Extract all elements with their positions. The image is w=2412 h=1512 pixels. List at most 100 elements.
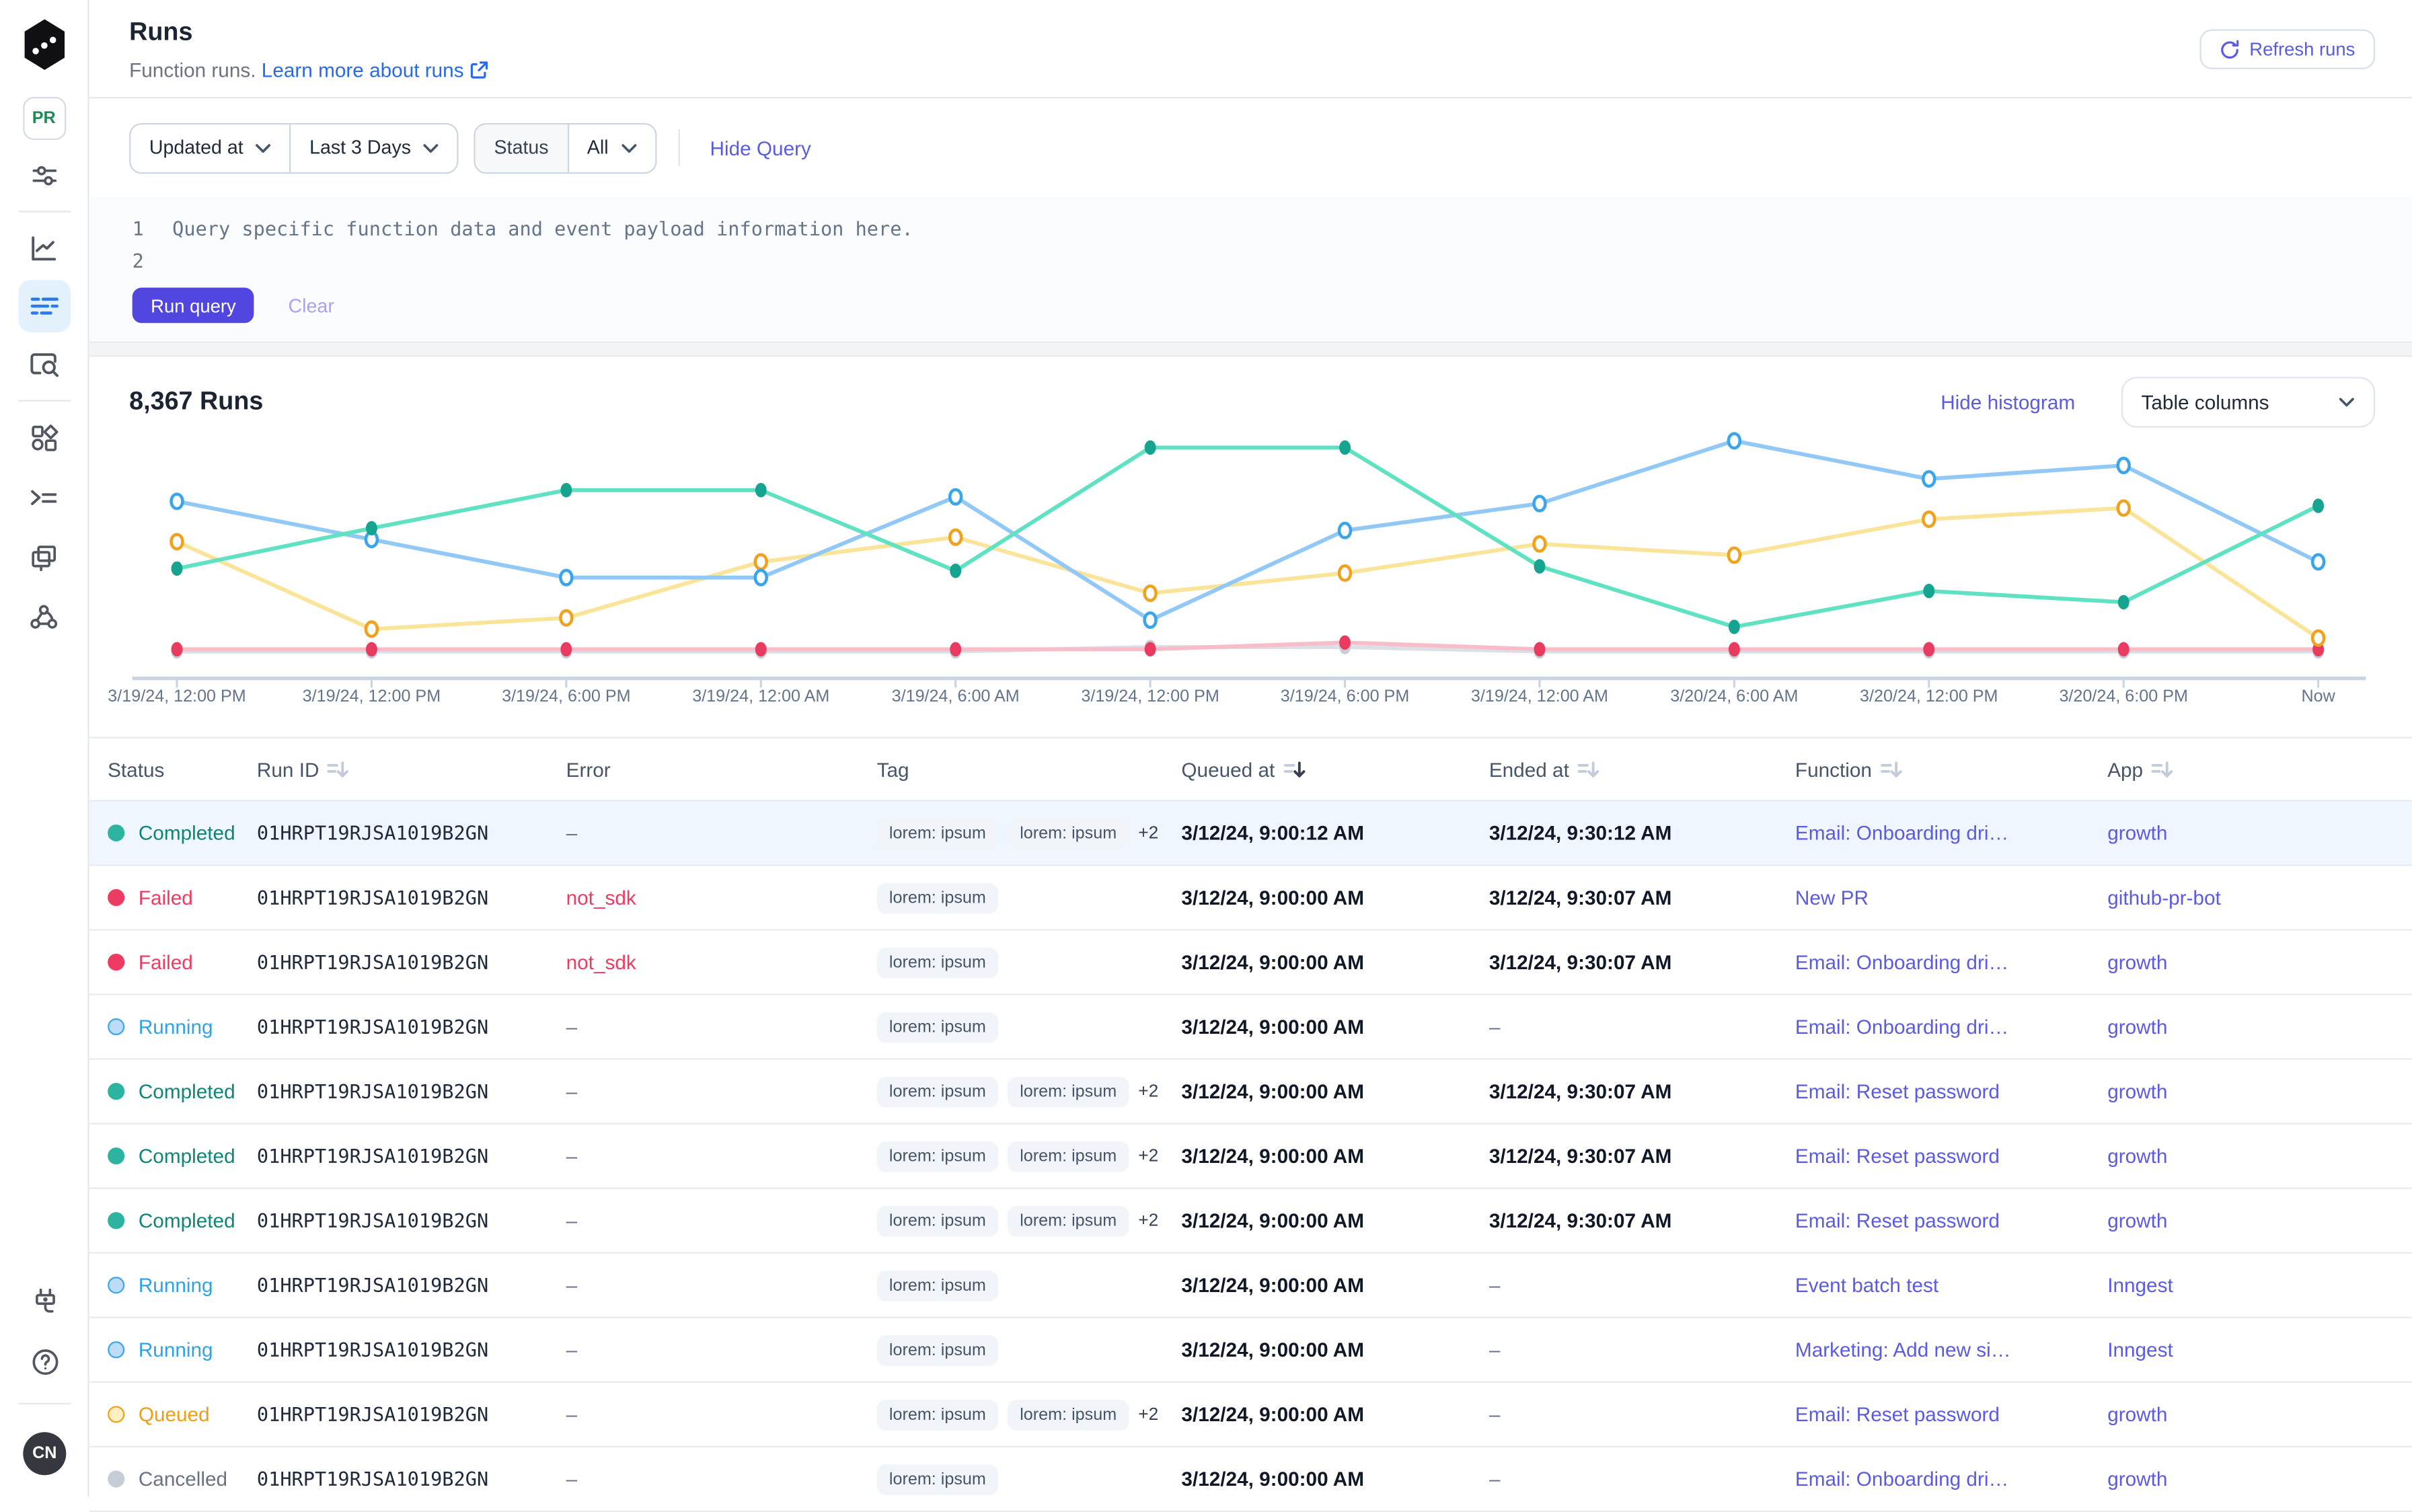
function-link[interactable]: Email: Onboarding dri… xyxy=(1795,1015,2008,1038)
user-avatar[interactable]: CN xyxy=(23,1432,66,1475)
column-header-ended-at[interactable]: Ended at xyxy=(1489,757,1795,780)
query-line-2: 2 xyxy=(133,245,2375,277)
query-editor[interactable]: 1 Query specific function data and event… xyxy=(89,197,2412,342)
status-cell: Running xyxy=(108,1274,257,1297)
status-label: Running xyxy=(139,1274,213,1297)
status-cell: Cancelled xyxy=(108,1468,257,1490)
function-link[interactable]: Email: Onboarding dri… xyxy=(1795,821,2008,844)
data-point-failed xyxy=(1923,642,1934,656)
table-row[interactable]: Failed 01HRPT19RJSA1019B2GN not_sdk lore… xyxy=(89,931,2412,995)
ended-at: – xyxy=(1489,1015,1795,1038)
function-link[interactable]: Event batch test xyxy=(1795,1274,1938,1297)
ended-at: – xyxy=(1489,1274,1795,1297)
table-row[interactable]: Running 01HRPT19RJSA1019B2GN – lorem: ip… xyxy=(89,1254,2412,1318)
error-value: – xyxy=(566,1145,877,1168)
app-link[interactable]: growth xyxy=(2107,1145,2167,1168)
sort-icon-active[interactable] xyxy=(1283,757,1306,780)
function-link[interactable]: Email: Onboarding dri… xyxy=(1795,950,2008,973)
column-header-function[interactable]: Function xyxy=(1795,757,2107,780)
app-link[interactable]: growth xyxy=(2107,1209,2167,1232)
app-link[interactable]: Inngest xyxy=(2107,1338,2173,1361)
table-columns-dropdown[interactable]: Table columns xyxy=(2121,376,2375,426)
queued-at: 3/12/24, 9:00:00 AM xyxy=(1181,1080,1488,1102)
function-link[interactable]: Email: Reset password xyxy=(1795,1209,2000,1232)
function-link[interactable]: Email: Reset password xyxy=(1795,1080,2000,1102)
table-row[interactable]: Queued 01HRPT19RJSA1019B2GN – lorem: ips… xyxy=(89,1383,2412,1447)
help-icon[interactable] xyxy=(18,1338,71,1385)
status-dot xyxy=(108,1212,124,1229)
hide-histogram-link[interactable]: Hide histogram xyxy=(1940,390,2075,413)
deploys-windows-icon[interactable] xyxy=(17,534,70,580)
status-filter-dropdown[interactable]: All xyxy=(567,124,654,172)
table-row[interactable]: Completed 01HRPT19RJSA1019B2GN – lorem: … xyxy=(89,802,2412,866)
webhook-icon[interactable] xyxy=(17,594,70,640)
runs-list-icon-active[interactable] xyxy=(17,280,70,332)
metrics-chart-icon[interactable] xyxy=(17,225,70,271)
workspace-badge[interactable]: PR xyxy=(22,97,65,140)
data-point-completed xyxy=(2312,498,2324,513)
data-point-queued xyxy=(2312,631,2324,645)
table-row[interactable]: Running 01HRPT19RJSA1019B2GN – lorem: ip… xyxy=(89,1318,2412,1383)
hide-query-link[interactable]: Hide Query xyxy=(710,136,811,159)
app-link[interactable]: growth xyxy=(2107,1468,2167,1490)
function-link[interactable]: Email: Onboarding dri… xyxy=(1795,1468,2008,1490)
data-point-running xyxy=(1534,496,1545,511)
inngest-logo-icon[interactable] xyxy=(21,18,67,71)
error-value: – xyxy=(566,821,877,844)
sort-icon[interactable] xyxy=(1879,757,1902,780)
data-point-running xyxy=(560,570,572,584)
queued-at: 3/12/24, 9:00:00 AM xyxy=(1181,1015,1488,1038)
table-row[interactable]: Completed 01HRPT19RJSA1019B2GN – lorem: … xyxy=(89,1125,2412,1189)
column-header-run-id[interactable]: Run ID xyxy=(257,757,566,780)
learn-more-link[interactable]: Learn more about runs xyxy=(262,59,488,81)
sort-icon[interactable] xyxy=(1577,757,1599,780)
apps-icon[interactable] xyxy=(17,414,70,460)
status-dot xyxy=(108,1147,124,1164)
ended-at: – xyxy=(1489,1338,1795,1361)
data-point-running xyxy=(1339,523,1351,537)
function-link[interactable]: New PR xyxy=(1795,886,1869,909)
column-header-queued-at[interactable]: Queued at xyxy=(1181,757,1488,780)
tag-list: lorem: ipsum xyxy=(877,1270,1182,1301)
tag-chip: lorem: ipsum xyxy=(877,1076,999,1107)
time-range-dropdown[interactable]: Last 3 Days xyxy=(289,124,457,172)
function-link[interactable]: Marketing: Add new si… xyxy=(1795,1338,2011,1361)
function-link[interactable]: Email: Reset password xyxy=(1795,1403,2000,1426)
app-link[interactable]: github-pr-bot xyxy=(2107,886,2221,909)
table-row[interactable]: Completed 01HRPT19RJSA1019B2GN – lorem: … xyxy=(89,1060,2412,1125)
refresh-icon xyxy=(2220,39,2240,59)
integrations-plug-icon[interactable] xyxy=(18,1280,71,1326)
app-link[interactable]: growth xyxy=(2107,1403,2167,1426)
ended-at: 3/12/24, 9:30:07 AM xyxy=(1489,1145,1795,1168)
queued-at: 3/12/24, 9:00:00 AM xyxy=(1181,886,1488,909)
table-row[interactable]: Running 01HRPT19RJSA1019B2GN – lorem: ip… xyxy=(89,995,2412,1060)
app-link[interactable]: growth xyxy=(2107,1080,2167,1102)
sort-icon[interactable] xyxy=(2151,757,2174,780)
error-value: – xyxy=(566,1468,877,1490)
time-field-dropdown[interactable]: Updated at xyxy=(130,124,289,172)
chevron-down-icon xyxy=(256,143,271,153)
function-link[interactable]: Email: Reset password xyxy=(1795,1145,2000,1168)
sort-icon[interactable] xyxy=(327,757,350,780)
tag-list: lorem: ipsum xyxy=(877,1334,1182,1365)
error-value: not_sdk xyxy=(566,886,877,909)
app-link[interactable]: growth xyxy=(2107,950,2167,973)
data-point-queued xyxy=(1145,586,1156,600)
clear-query-button[interactable]: Clear xyxy=(289,295,334,316)
event-search-icon[interactable] xyxy=(17,342,70,388)
table-row[interactable]: Failed 01HRPT19RJSA1019B2GN not_sdk lore… xyxy=(89,866,2412,931)
column-header-app[interactable]: App xyxy=(2107,757,2412,780)
terminal-env-icon[interactable] xyxy=(17,474,70,520)
app-link[interactable]: growth xyxy=(2107,821,2167,844)
status-dot xyxy=(108,1277,124,1293)
app-link[interactable]: Inngest xyxy=(2107,1274,2173,1297)
refresh-runs-button[interactable]: Refresh runs xyxy=(2200,29,2375,69)
x-axis-label: 3/19/24, 12:00 PM xyxy=(1081,687,1219,706)
status-label: Completed xyxy=(139,821,235,844)
filters-sliders-icon[interactable] xyxy=(17,152,70,198)
run-query-button[interactable]: Run query xyxy=(133,288,255,324)
query-line-1: 1 Query specific function data and event… xyxy=(133,213,2375,245)
table-row[interactable]: Completed 01HRPT19RJSA1019B2GN – lorem: … xyxy=(89,1189,2412,1254)
table-row[interactable]: Cancelled 01HRPT19RJSA1019B2GN – lorem: … xyxy=(89,1447,2412,1512)
app-link[interactable]: growth xyxy=(2107,1015,2167,1038)
